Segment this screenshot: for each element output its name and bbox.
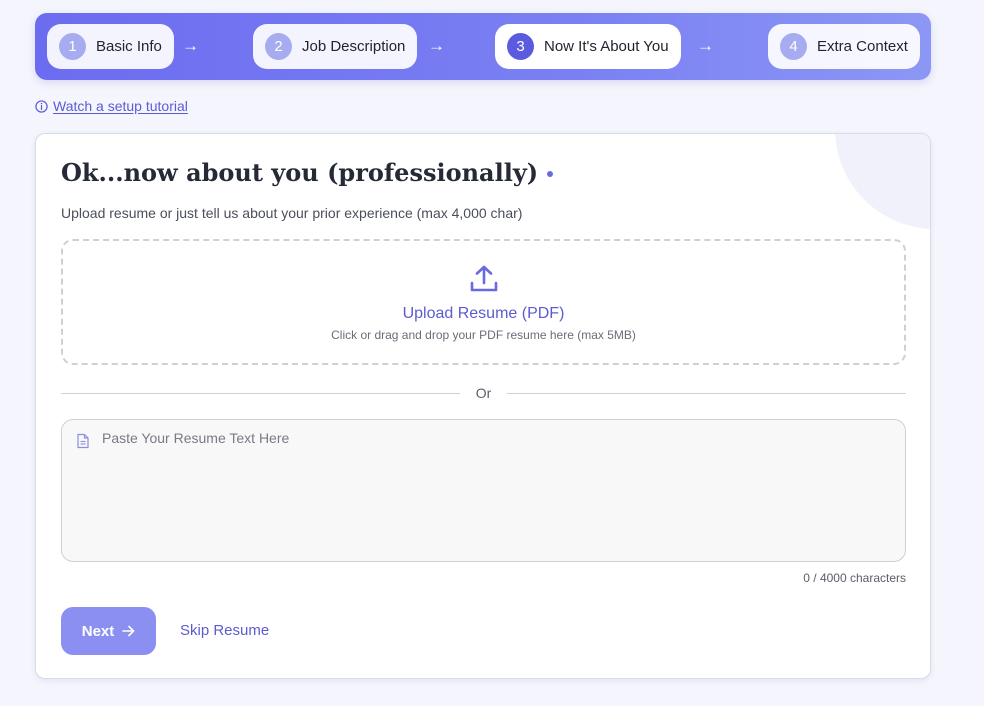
arrow-right-icon: → xyxy=(697,36,714,55)
step-basic-info[interactable]: 1 Basic Info xyxy=(47,24,174,69)
setup-tutorial-link[interactable]: Watch a setup tutorial xyxy=(35,98,188,114)
divider-line xyxy=(507,392,906,394)
document-icon xyxy=(76,433,90,454)
divider-label: Or xyxy=(475,385,492,401)
page-subtitle: Upload resume or just tell us about your… xyxy=(61,205,523,221)
step-number: 4 xyxy=(780,33,807,60)
title-dot xyxy=(547,170,554,177)
page-title: Ok...now about you (professionally) xyxy=(61,158,554,187)
step-number: 1 xyxy=(59,33,86,60)
divider-line xyxy=(61,392,460,394)
upload-hint: Click or drag and drop your PDF resume h… xyxy=(331,328,636,342)
step-label: Extra Context xyxy=(817,38,908,55)
arrow-right-icon: → xyxy=(428,36,445,55)
or-divider: Or xyxy=(61,383,906,403)
step-number: 3 xyxy=(507,33,534,60)
upload-title: Upload Resume (PDF) xyxy=(402,305,565,322)
arrow-right-icon: → xyxy=(182,36,199,55)
info-icon xyxy=(35,99,48,113)
step-label: Basic Info xyxy=(96,38,162,55)
arrow-right-icon xyxy=(122,625,135,637)
next-button[interactable]: Next xyxy=(61,607,156,655)
step-extra-context[interactable]: 4 Extra Context xyxy=(768,24,920,69)
resume-text-field-wrapper xyxy=(61,419,906,562)
step-number: 2 xyxy=(265,33,292,60)
skip-resume-link[interactable]: Skip Resume xyxy=(180,622,269,639)
title-text: Ok...now about you (professionally) xyxy=(61,158,539,187)
character-counter: 0 / 4000 characters xyxy=(803,571,906,585)
step-about-you[interactable]: 3 Now It's About You xyxy=(495,24,681,69)
step-label: Now It's About You xyxy=(544,38,669,55)
tutorial-label: Watch a setup tutorial xyxy=(53,98,188,114)
step-job-description[interactable]: 2 Job Description xyxy=(253,24,418,69)
resume-text-input[interactable] xyxy=(102,430,895,551)
next-label: Next xyxy=(81,622,115,640)
corner-decoration xyxy=(835,134,930,229)
resume-card: Ok...now about you (professionally) Uplo… xyxy=(35,133,931,679)
step-label: Job Description xyxy=(302,38,406,55)
resume-upload-dropzone[interactable]: Upload Resume (PDF) Click or drag and dr… xyxy=(61,239,906,365)
upload-icon xyxy=(469,264,499,299)
progress-stepper: 1 Basic Info → 2 Job Description → 3 Now… xyxy=(35,13,931,80)
